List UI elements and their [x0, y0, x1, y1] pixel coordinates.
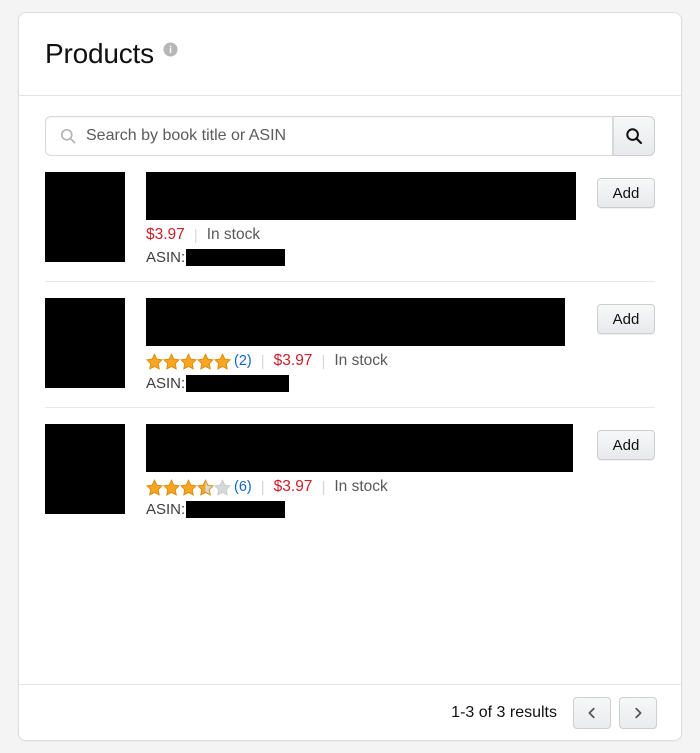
review-count[interactable]: (2) — [234, 353, 252, 369]
product-thumbnail[interactable] — [45, 172, 125, 262]
product-info: $3.97 | In stock ASIN: — [146, 172, 581, 267]
separator: | — [260, 352, 265, 370]
add-cell: Add — [581, 424, 655, 460]
product-info: (6) | $3.97 | In stock ASIN: — [146, 424, 581, 519]
review-count[interactable]: (6) — [234, 479, 252, 495]
separator: | — [321, 478, 326, 496]
product-row: (2) | $3.97 | In stock ASIN: Add — [45, 282, 655, 408]
product-row: (6) | $3.97 | In stock ASIN: Add — [45, 408, 655, 533]
asin-label: ASIN: — [146, 375, 186, 392]
separator: | — [193, 226, 198, 244]
panel-header: Products — [19, 13, 681, 96]
stock-status: In stock — [334, 352, 388, 369]
product-title[interactable] — [146, 298, 565, 346]
add-product-button[interactable]: Add — [597, 304, 655, 334]
pagination — [573, 696, 657, 729]
product-asin: ASIN: — [146, 500, 581, 519]
add-product-button[interactable]: Add — [597, 430, 655, 460]
stock-status: In stock — [334, 478, 388, 495]
product-price: $3.97 — [146, 226, 185, 243]
asin-label: ASIN: — [146, 501, 186, 518]
product-info: (2) | $3.97 | In stock ASIN: — [146, 298, 581, 393]
product-price: $3.97 — [273, 352, 313, 369]
product-title[interactable] — [146, 172, 576, 220]
product-meta: $3.97 | In stock — [146, 225, 581, 245]
chevron-right-icon — [631, 706, 645, 720]
separator: | — [321, 352, 326, 370]
search-icon — [625, 127, 643, 145]
search-row — [45, 116, 655, 156]
asin-value — [186, 249, 286, 266]
product-price: $3.97 — [273, 478, 313, 495]
asin-label: ASIN: — [146, 249, 186, 266]
page-title: Products — [45, 38, 154, 69]
product-meta: (2) | $3.97 | In stock — [146, 351, 581, 371]
previous-page-button[interactable] — [573, 696, 611, 729]
add-product-button[interactable]: Add — [597, 178, 655, 208]
product-thumbnail[interactable] — [45, 424, 125, 514]
next-page-button[interactable] — [619, 696, 657, 729]
star-rating[interactable] — [146, 478, 231, 496]
product-meta: (6) | $3.97 | In stock — [146, 477, 581, 497]
separator: | — [260, 478, 265, 496]
search-input-wrapper[interactable] — [45, 116, 613, 156]
product-title[interactable] — [146, 424, 573, 472]
results-count: 1-3 of 3 results — [451, 703, 557, 721]
add-cell: Add — [581, 172, 655, 208]
products-panel: Products Search by book title or ASIN $3… — [18, 12, 682, 741]
product-asin: ASIN: — [146, 374, 581, 393]
panel-footer: 1-3 of 3 results — [19, 684, 681, 740]
search-section — [19, 96, 681, 156]
asin-value — [186, 501, 286, 518]
product-results-list: $3.97 | In stock ASIN: Add (2) | $3.97 | In stock… — [19, 156, 681, 533]
chevron-left-icon — [585, 706, 599, 720]
search-input[interactable] — [46, 117, 612, 155]
product-asin: ASIN: — [146, 248, 581, 267]
product-thumbnail[interactable] — [45, 298, 125, 388]
search-icon — [60, 128, 76, 144]
search-submit-button[interactable] — [613, 116, 655, 156]
product-row: $3.97 | In stock ASIN: Add — [45, 156, 655, 282]
add-cell: Add — [581, 298, 655, 334]
star-rating[interactable] — [146, 352, 231, 370]
info-icon[interactable] — [163, 41, 178, 57]
stock-status: In stock — [206, 226, 261, 243]
asin-value — [186, 375, 290, 392]
